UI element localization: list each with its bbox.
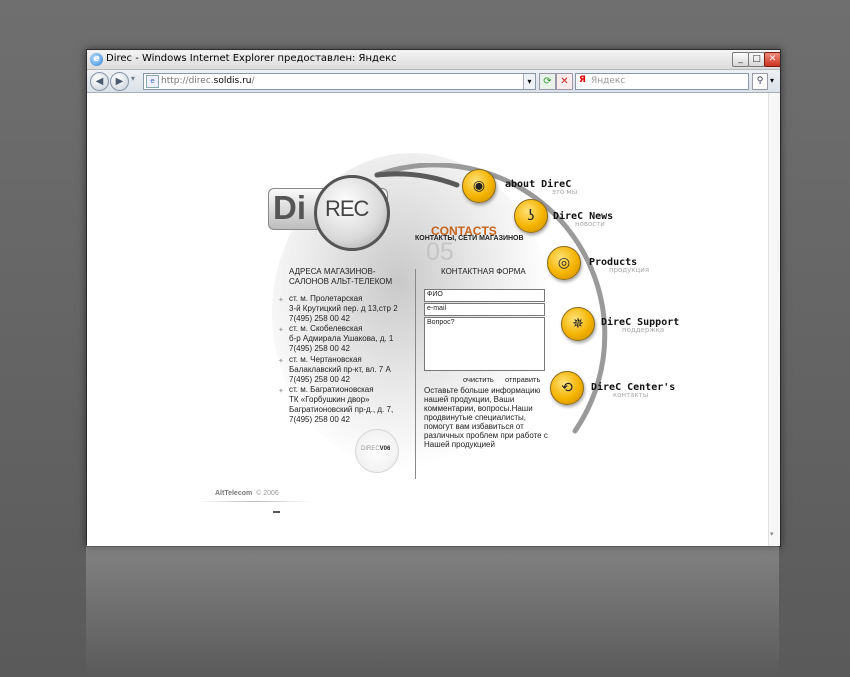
page-content: Di REC CONTACTS КОНТАКТЫ, СЕТИ МАГАЗИНОВ… bbox=[87, 93, 780, 546]
forward-arrow-icon[interactable]: ▶ bbox=[110, 72, 129, 91]
menu-news-sub: новости bbox=[575, 220, 605, 228]
bullet-icon: ✦ bbox=[278, 326, 284, 334]
logo-di: Di bbox=[273, 189, 306, 226]
clear-button[interactable]: очистить bbox=[463, 375, 494, 384]
store-address: Багратионовский пр-д., д. 7, bbox=[289, 405, 394, 414]
store-metro: ст. м. Скобелевская bbox=[289, 324, 363, 333]
store-address: 3-й Крутицкий пер. д 13,стр 2 bbox=[289, 304, 398, 313]
web-icon[interactable]: ✵ bbox=[561, 307, 595, 341]
store-phone: 7(495) 258 00 42 bbox=[289, 415, 350, 424]
page-icon: e bbox=[146, 75, 159, 88]
email-field[interactable]: e-mail bbox=[424, 303, 545, 316]
store-item: ст. м. Чертановская Балаклавский пр-кт, … bbox=[289, 355, 391, 385]
address-field[interactable]: e http://direc.soldis.ru/ ▾ bbox=[143, 73, 536, 90]
question-label: Вопрос? bbox=[427, 319, 455, 326]
email-label: e-mail bbox=[427, 305, 447, 312]
form-note-line: нашей продукции, Ваши bbox=[424, 395, 515, 404]
bullet-icon: ✦ bbox=[278, 296, 284, 304]
url-dropdown-icon[interactable]: ▾ bbox=[523, 74, 535, 89]
scrollbar[interactable]: ▾ bbox=[768, 93, 780, 546]
form-note-line: помогут вам избавиться от bbox=[424, 422, 524, 431]
search-input[interactable]: Я Яндекс bbox=[575, 73, 749, 90]
column-divider bbox=[415, 269, 416, 479]
form-note: Оставьте больше информацию нашей продукц… bbox=[424, 386, 548, 449]
menu-products-sub: продукция bbox=[609, 266, 650, 274]
form-note-line: комментарии, вопросы.Наши bbox=[424, 404, 533, 413]
form-note-line: Оставьте больше информацию bbox=[424, 386, 541, 395]
menu-about-sub: это мы bbox=[552, 188, 578, 196]
search-placeholder: Яндекс bbox=[591, 76, 626, 86]
form-note-line: различных проблем при работе с bbox=[424, 431, 548, 440]
section-number: 05 bbox=[426, 238, 454, 266]
menu-centers-sub: контакты bbox=[613, 391, 649, 399]
ear-icon[interactable]: ʖ bbox=[514, 199, 548, 233]
store-item: ст. м. Пролетарская 3-й Крутицкий пер. д… bbox=[289, 294, 398, 324]
store-phone: 7(495) 258 00 42 bbox=[289, 344, 350, 353]
stores-heading-line: САЛОНОВ АЛЬТ-ТЕЛЕКОМ bbox=[289, 277, 393, 286]
history-dropdown-icon[interactable]: ▾ bbox=[131, 74, 135, 83]
store-address: Балаклавский пр-кт, вл. 7 А bbox=[289, 365, 391, 374]
address-toolbar: ◀ ▶ ▾ e http://direc.soldis.ru/ ▾ ⟳ ✕ Я … bbox=[87, 70, 780, 93]
version-number: V06 bbox=[379, 446, 391, 452]
search-options-icon[interactable]: ▾ bbox=[767, 73, 777, 88]
back-arrow-icon[interactable]: ◀ bbox=[90, 72, 109, 91]
store-address: ТК «Горбушкин двор» bbox=[289, 395, 370, 404]
close-button[interactable]: ✕ bbox=[764, 52, 780, 67]
search-icon[interactable]: ⚲ bbox=[752, 73, 768, 90]
store-item: ст. м. Скобелевская б-р Адмирала Ушакова… bbox=[289, 324, 393, 354]
window-title: Direc - Windows Internet Explorer предос… bbox=[106, 53, 397, 64]
url-text: http://direc.soldis.ru/ bbox=[161, 76, 255, 86]
stop-icon[interactable]: ✕ bbox=[556, 73, 573, 90]
disc-icon[interactable]: ◎ bbox=[547, 246, 581, 280]
store-phone: 7(495) 258 00 42 bbox=[289, 375, 350, 384]
footer-mark bbox=[273, 511, 280, 513]
form-heading: КОНТАКТНАЯ ФОРМА bbox=[441, 267, 526, 276]
menu-support-sub: поддержка bbox=[622, 326, 665, 334]
refresh-icon[interactable]: ⟳ bbox=[539, 73, 556, 90]
footer-company: AltTelecom bbox=[215, 490, 253, 497]
store-address: б-р Адмирала Ушакова, д. 1 bbox=[289, 334, 394, 343]
bullet-icon: ✦ bbox=[278, 387, 284, 395]
arrows-icon[interactable]: ⟲ bbox=[550, 371, 584, 405]
bullet-icon: ✦ bbox=[278, 357, 284, 365]
footer-copyright: AltTelecom © 2006 bbox=[215, 490, 279, 497]
question-field[interactable]: Вопрос? bbox=[424, 317, 545, 371]
logo-rec: REC bbox=[325, 196, 369, 221]
minimize-button[interactable]: _ bbox=[732, 52, 749, 67]
scroll-down-icon[interactable]: ▾ bbox=[770, 530, 774, 538]
maximize-button[interactable]: □ bbox=[748, 52, 765, 67]
store-metro: ст. м. Чертановская bbox=[289, 355, 362, 364]
eye-icon[interactable]: ◉ bbox=[462, 169, 496, 203]
store-metro: ст. м. Пролетарская bbox=[289, 294, 363, 303]
yandex-icon: Я bbox=[579, 75, 586, 85]
window-reflection bbox=[86, 545, 779, 677]
form-note-line: продвинутые специалисты, bbox=[424, 413, 526, 422]
version-label: DIRECV06 bbox=[361, 446, 390, 452]
store-metro: ст. м. Багратионовская bbox=[289, 385, 374, 394]
ie-icon: e bbox=[90, 53, 103, 66]
footer-year: © 2006 bbox=[256, 490, 279, 497]
fio-label: ФИО bbox=[427, 291, 443, 298]
browser-window: e Direc - Windows Internet Explorer пред… bbox=[86, 49, 781, 547]
fio-field[interactable]: ФИО bbox=[424, 289, 545, 302]
store-item: ст. м. Багратионовская ТК «Горбушкин дво… bbox=[289, 385, 393, 425]
stores-heading: АДРЕСА МАГАЗИНОВ- САЛОНОВ АЛЬТ-ТЕЛЕКОМ bbox=[289, 267, 392, 287]
stores-heading-line: АДРЕСА МАГАЗИНОВ- bbox=[289, 267, 376, 276]
form-note-line: Нашей продукцией bbox=[424, 440, 495, 449]
title-bar: e Direc - Windows Internet Explorer пред… bbox=[87, 50, 780, 70]
version-brand: DIREC bbox=[361, 446, 380, 452]
store-phone: 7(495) 258 00 42 bbox=[289, 314, 350, 323]
footer-line bbox=[197, 501, 312, 502]
send-button[interactable]: отправить bbox=[505, 375, 540, 384]
